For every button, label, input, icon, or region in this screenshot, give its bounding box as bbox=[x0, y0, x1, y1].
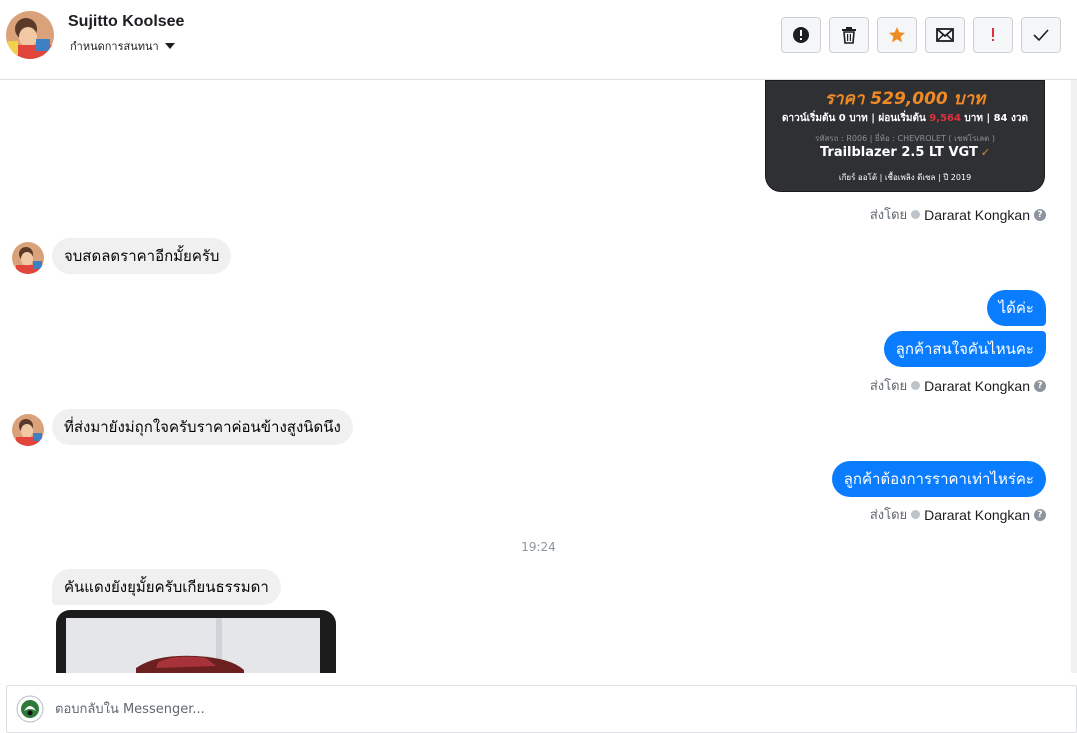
alert-circle-icon bbox=[793, 27, 809, 43]
trash-icon bbox=[842, 27, 856, 44]
delete-button[interactable] bbox=[829, 17, 869, 53]
scrollbar[interactable] bbox=[1071, 80, 1077, 673]
contact-avatar[interactable] bbox=[6, 11, 54, 59]
message-thread[interactable]: ราคา 529,000 บาท ดาวน์เริ่มต้น 0 บาท | ผ… bbox=[0, 80, 1077, 673]
page-logo bbox=[16, 695, 44, 723]
incoming-photo[interactable] bbox=[56, 610, 336, 673]
outgoing-message[interactable]: ได้ค่ะ bbox=[986, 290, 1046, 326]
help-icon[interactable]: ? bbox=[1034, 508, 1046, 521]
check-circle-icon bbox=[911, 510, 921, 519]
conversation-header: Sujitto Koolsee กำหนดการสนทนา bbox=[0, 0, 1077, 80]
sent-by-indicator: ส่งโดย Dararat Kongkan ? bbox=[870, 204, 1046, 225]
check-icon bbox=[1033, 29, 1049, 42]
reply-input[interactable] bbox=[55, 686, 955, 732]
message-timestamp: 19:24 bbox=[521, 540, 556, 554]
assign-conversation-dropdown[interactable]: กำหนดการสนทนา bbox=[70, 37, 175, 55]
envelope-icon bbox=[936, 28, 954, 42]
check-circle-icon bbox=[911, 381, 921, 390]
sent-by-indicator: ส่งโดย Dararat Kongkan ? bbox=[870, 375, 1046, 396]
sent-by-indicator: ส่งโดย Dararat Kongkan ? bbox=[870, 504, 1046, 525]
mark-done-button[interactable] bbox=[1021, 17, 1061, 53]
assign-conversation-label: กำหนดการสนทนา bbox=[70, 40, 159, 53]
follow-up-button[interactable] bbox=[973, 17, 1013, 53]
outgoing-message[interactable]: ลูกค้าต้องการราคาเท่าไหร่คะ bbox=[831, 461, 1046, 497]
spam-button[interactable] bbox=[781, 17, 821, 53]
car-listing-image[interactable]: ราคา 529,000 บาท ดาวน์เริ่มต้น 0 บาท | ผ… bbox=[765, 80, 1045, 192]
reply-composer bbox=[6, 685, 1077, 733]
exclamation-icon bbox=[992, 28, 994, 41]
car-model: Trailblazer 2.5 LT VGT ✓ bbox=[819, 145, 991, 160]
incoming-message[interactable]: ที่ส่งมายังม่ถุกใจครับราคาค่อนข้างสูงนิด… bbox=[52, 409, 353, 445]
car-meta: รหัสรถ : R006 | ยี่ห้อ : CHEVROLET ( เชฟ… bbox=[814, 134, 996, 143]
help-icon[interactable]: ? bbox=[1034, 379, 1046, 392]
check-circle-icon bbox=[911, 210, 921, 219]
contact-avatar-small bbox=[12, 242, 44, 274]
car-specs: เกียร์ ออโต้ | เชื้อเพลิง ดีเซล | ปี 201… bbox=[838, 173, 972, 182]
star-button[interactable] bbox=[877, 17, 917, 53]
outgoing-message[interactable]: ลูกค้าสนใจคันไหนคะ bbox=[883, 331, 1046, 367]
help-icon[interactable]: ? bbox=[1034, 208, 1046, 221]
contact-name: Sujitto Koolsee bbox=[68, 13, 185, 30]
star-icon bbox=[889, 27, 905, 43]
verified-icon: ✓ bbox=[980, 146, 991, 159]
conversation-toolbar bbox=[781, 17, 1061, 53]
car-price: ราคา 529,000 บาท bbox=[824, 89, 986, 109]
incoming-message[interactable]: จบสดลดราคาอีกมั้ยครับ bbox=[52, 238, 232, 274]
incoming-message[interactable]: คันแดงยังยุมั้ยครับเกียนธรรมดา bbox=[52, 569, 281, 605]
caret-down-icon bbox=[164, 43, 175, 49]
contact-avatar-small bbox=[12, 414, 44, 446]
mark-unread-button[interactable] bbox=[925, 17, 965, 53]
car-finance-terms: ดาวน์เริ่มต้น 0 บาท | ผ่อนเริ่มต้น 9,564… bbox=[782, 113, 1028, 124]
